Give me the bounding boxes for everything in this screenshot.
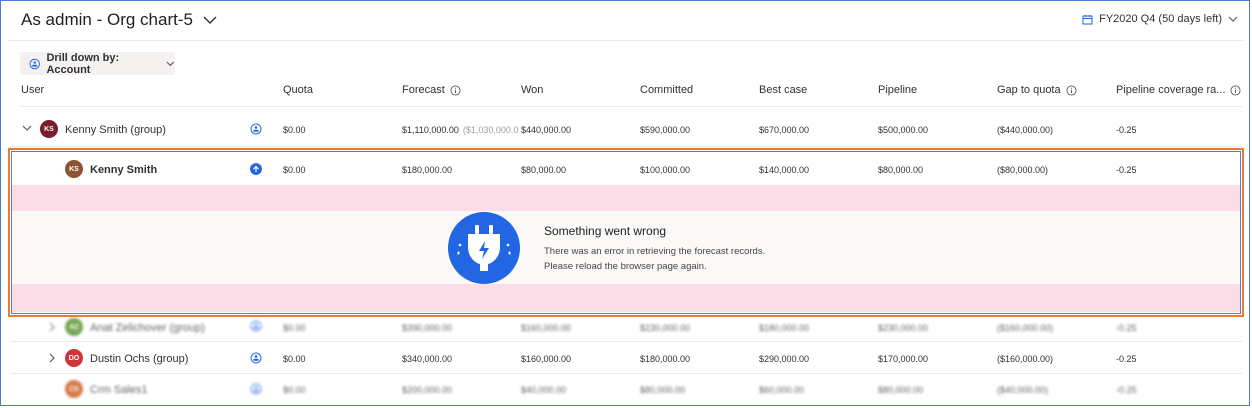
best-case-cell: $60,000.00 — [759, 385, 805, 395]
chevron-down-icon — [1228, 16, 1238, 22]
column-header-forecast[interactable]: Forecast — [402, 84, 461, 96]
best-case-cell: $290,000.00 — [759, 354, 810, 364]
column-header-coverage[interactable]: Pipeline coverage ra... — [1116, 84, 1242, 96]
drill-down-icon[interactable] — [250, 352, 262, 364]
avatar: KS — [40, 120, 58, 138]
pipeline-cell: $500,000.00 — [878, 125, 929, 135]
best-case-cell: $670,000.00 — [759, 125, 810, 135]
pipeline-cell: $170,000.00 — [878, 354, 929, 364]
quota-cell: $0.00 — [283, 125, 306, 135]
chevron-down-icon[interactable] — [203, 15, 217, 25]
coverage-cell: -0.25 — [1116, 323, 1137, 333]
pipeline-cell: $80,000.00 — [878, 385, 924, 395]
column-header-committed[interactable]: Committed — [640, 84, 693, 96]
committed-cell: $230,000.00 — [640, 323, 691, 333]
chevron-down-icon[interactable] — [22, 125, 32, 132]
user-name[interactable]: Kenny Smith (group) — [65, 124, 166, 136]
column-header-user[interactable]: User — [21, 84, 44, 96]
user-name[interactable]: Anat Zelichover (group) — [90, 322, 205, 334]
coverage-cell: -0.25 — [1116, 354, 1137, 364]
drill-down-icon[interactable] — [250, 123, 262, 135]
committed-cell: $180,000.00 — [640, 354, 691, 364]
forecast-cell: $1,110,000.00 ($1,030,000.0 — [402, 125, 519, 135]
won-cell: $40,000.00 — [521, 385, 567, 395]
gap-cell: ($440,000.00) — [997, 125, 1054, 135]
error-highlight-box — [8, 148, 1244, 317]
header-divider — [8, 40, 1244, 41]
drill-down-button[interactable]: Drill down by: Account — [20, 51, 175, 76]
avatar: CS — [65, 380, 83, 398]
forecast-cell: $390,000.00 — [402, 323, 453, 333]
gap-cell: ($40,000.00) — [997, 385, 1049, 395]
quota-cell: $0.00 — [283, 323, 306, 333]
forecast-cell: $200,000.00 — [402, 385, 453, 395]
period-label: FY2020 Q4 (50 days left) — [1099, 13, 1222, 25]
forecast-cell: $340,000.00 — [402, 354, 453, 364]
drill-down-label: Drill down by: Account — [46, 51, 120, 76]
user-name[interactable]: Dustin Ochs (group) — [90, 353, 188, 365]
row-divider — [10, 373, 1242, 374]
committed-cell: $80,000.00 — [640, 385, 686, 395]
info-icon[interactable] — [1066, 84, 1077, 96]
best-case-cell: $180,000.00 — [759, 323, 810, 333]
row-divider — [10, 146, 1242, 147]
won-cell: $440,000.00 — [521, 125, 572, 135]
committed-cell: $590,000.00 — [640, 125, 691, 135]
column-header-divider — [20, 106, 1242, 107]
info-icon[interactable] — [450, 84, 461, 96]
quota-cell: $0.00 — [283, 385, 306, 395]
chevron-right-icon[interactable] — [49, 353, 56, 363]
column-header-pipeline[interactable]: Pipeline — [878, 84, 917, 96]
page-title[interactable]: As admin - Org chart-5 — [21, 10, 217, 30]
gap-cell: ($160,000.00) — [997, 354, 1054, 364]
chevron-right-icon[interactable] — [49, 322, 56, 332]
forecast-prev: ($1,030,000.0 — [462, 125, 519, 135]
quota-cell: $0.00 — [283, 354, 306, 364]
column-header-won[interactable]: Won — [521, 84, 543, 96]
period-selector[interactable]: FY2020 Q4 (50 days left) — [1082, 13, 1238, 25]
info-icon[interactable] — [1230, 84, 1242, 96]
user-name[interactable]: Crm Sales1 — [90, 384, 147, 396]
column-header-gap[interactable]: Gap to quota — [997, 84, 1077, 96]
avatar: AZ — [65, 318, 83, 336]
drill-down-icon[interactable] — [250, 320, 262, 332]
calendar-icon — [1082, 14, 1093, 24]
column-header-best-case[interactable]: Best case — [759, 84, 807, 96]
drill-down-icon[interactable] — [250, 383, 262, 395]
won-cell: $160,000.00 — [521, 354, 572, 364]
row-divider — [10, 341, 1242, 342]
avatar: DO — [65, 349, 83, 367]
chevron-down-icon — [166, 61, 175, 66]
column-header-quota[interactable]: Quota — [283, 84, 313, 96]
drill-down-icon — [29, 58, 40, 69]
coverage-cell: -0.25 — [1116, 125, 1137, 135]
page-title-text: As admin - Org chart-5 — [21, 10, 193, 29]
gap-cell: ($160,000.00) — [997, 323, 1054, 333]
coverage-cell: -0.25 — [1116, 385, 1137, 395]
won-cell: $160,000.00 — [521, 323, 572, 333]
pipeline-cell: $230,000.00 — [878, 323, 929, 333]
